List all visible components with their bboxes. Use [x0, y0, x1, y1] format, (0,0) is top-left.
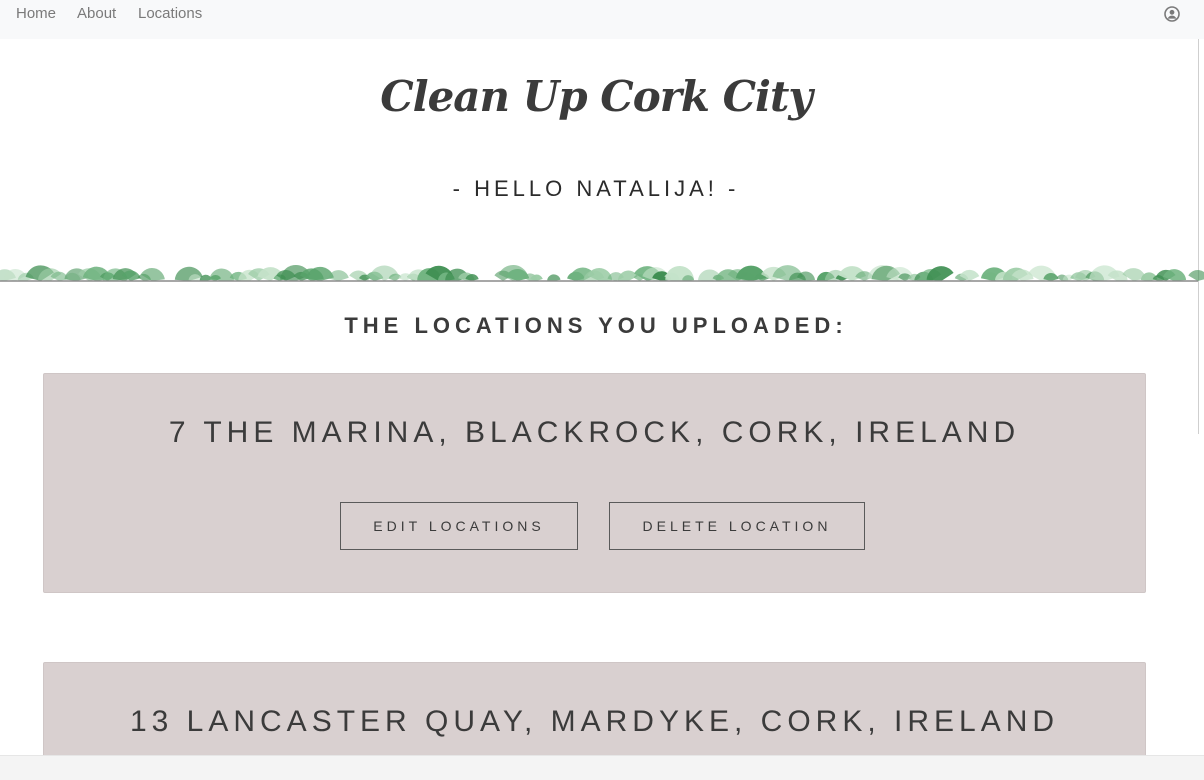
leaf-shape: [1188, 270, 1204, 281]
bottom-strip: [0, 755, 1204, 780]
leaf-border-decoration: [0, 264, 1204, 282]
user-circle-icon[interactable]: [1164, 6, 1180, 22]
scrollbar[interactable]: [1198, 39, 1204, 434]
location-card: 7 THE MARINA, BLACKROCK, CORK, IRELAND E…: [43, 373, 1146, 593]
navbar: Home About Locations: [0, 0, 1204, 39]
leaf-shape: [547, 274, 561, 281]
site-title: Clean Up Cork City: [380, 72, 813, 121]
nav-locations-link[interactable]: Locations: [138, 6, 202, 22]
leaf-shape: [926, 266, 954, 281]
edit-location-button[interactable]: EDIT LOCATIONS: [340, 502, 578, 550]
leaf-shape: [328, 270, 349, 281]
delete-location-button[interactable]: DELETE LOCATION: [609, 502, 865, 550]
nav-about-link[interactable]: About: [77, 6, 116, 22]
location-address: 7 THE MARINA, BLACKROCK, CORK, IRELAND: [168, 416, 1021, 449]
nav-home-link[interactable]: Home: [16, 6, 56, 22]
section-title: THE LOCATIONS YOU UPLOADED:: [344, 313, 848, 338]
greeting-text: - HELLO NATALIJA! -: [452, 176, 740, 201]
leaf-shape: [617, 270, 638, 281]
location-address: 13 LANCASTER QUAY, MARDYKE, CORK, IRELAN…: [129, 705, 1060, 738]
